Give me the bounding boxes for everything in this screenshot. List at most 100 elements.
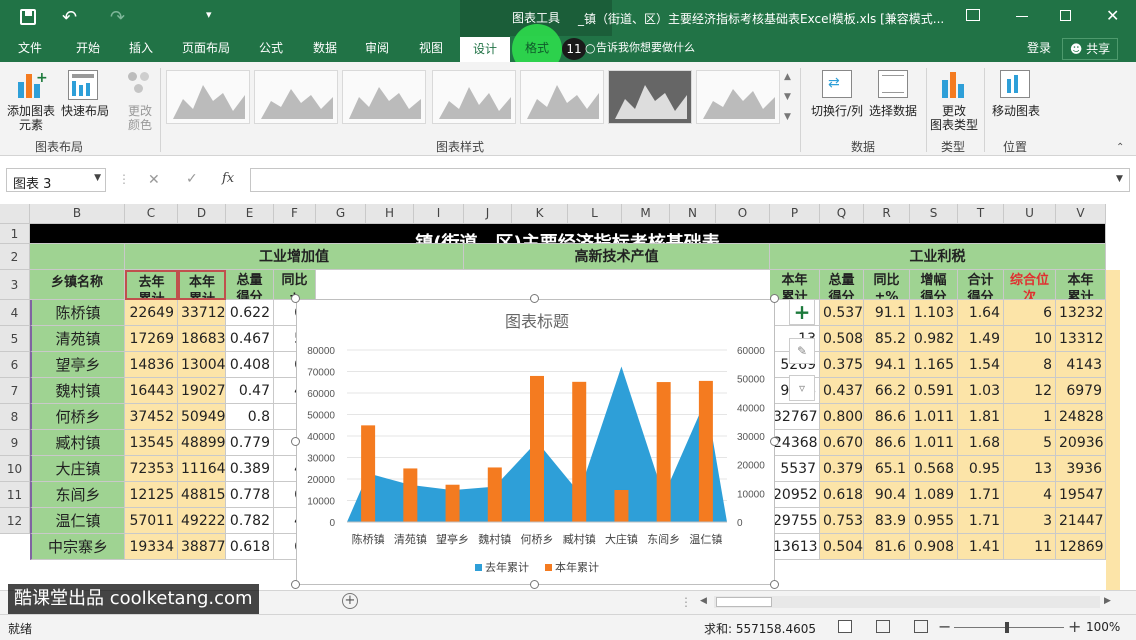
- town-name-cell[interactable]: 中宗寨乡: [30, 534, 125, 560]
- data-cell[interactable]: 90.4: [864, 482, 910, 508]
- tab-home[interactable]: 开始: [62, 36, 114, 62]
- row-header[interactable]: 10: [0, 456, 30, 482]
- data-cell[interactable]: 0.670: [820, 430, 864, 456]
- resize-handle[interactable]: [530, 580, 539, 589]
- town-name-cell[interactable]: 温仁镇: [30, 508, 125, 534]
- row-header[interactable]: 11: [0, 482, 30, 508]
- data-cell[interactable]: 72353: [125, 456, 178, 482]
- row-header[interactable]: 5: [0, 326, 30, 352]
- column-header[interactable]: K: [512, 204, 568, 224]
- data-cell[interactable]: 21447: [1056, 508, 1106, 534]
- tab-data[interactable]: 数据: [302, 36, 348, 62]
- town-name-cell[interactable]: 东闾乡: [30, 482, 125, 508]
- minimize-button[interactable]: [1016, 16, 1028, 17]
- data-cell[interactable]: 1.64: [958, 300, 1004, 326]
- change-colors-icon[interactable]: [126, 70, 156, 100]
- data-cell[interactable]: 37452: [125, 404, 178, 430]
- switch-row-column-button[interactable]: 切换行/列: [806, 104, 868, 118]
- name-box[interactable]: 图表 3 ▼: [6, 168, 106, 192]
- quick-layout-button[interactable]: 快速布局: [58, 104, 112, 118]
- data-cell[interactable]: 22649: [125, 300, 178, 326]
- column-header[interactable]: N: [670, 204, 716, 224]
- data-cell[interactable]: 13232: [1056, 300, 1106, 326]
- data-cell[interactable]: 19334: [125, 534, 178, 560]
- data-cell[interactable]: 33712: [178, 300, 226, 326]
- data-cell[interactable]: 0.591: [910, 378, 958, 404]
- add-sheet-icon[interactable]: +: [342, 593, 358, 609]
- zoom-in-icon[interactable]: +: [1068, 617, 1081, 636]
- chart-style-1[interactable]: [166, 70, 250, 124]
- data-cell[interactable]: 0.568: [910, 456, 958, 482]
- tab-view[interactable]: 视图: [408, 36, 454, 62]
- share-button[interactable]: ☻ 共享: [1062, 38, 1118, 60]
- resize-handle[interactable]: [530, 294, 539, 303]
- data-cell[interactable]: 13312: [1056, 326, 1106, 352]
- chart-style-4[interactable]: [432, 70, 516, 124]
- data-cell[interactable]: 1.03: [958, 378, 1004, 404]
- close-button[interactable]: ✕: [1106, 6, 1119, 25]
- data-cell[interactable]: 6979: [1056, 378, 1106, 404]
- data-cell[interactable]: 0.908: [910, 534, 958, 560]
- data-cell[interactable]: 38877: [178, 534, 226, 560]
- chart-style-6[interactable]: [608, 70, 692, 124]
- chart-object[interactable]: 图表标题 0 10000 20000 30000 40000 50000 60000 70000…: [296, 299, 775, 585]
- collapse-ribbon-icon[interactable]: ⌃: [1116, 142, 1124, 153]
- data-cell[interactable]: 0.95: [958, 456, 1004, 482]
- row-header[interactable]: 4: [0, 300, 30, 326]
- column-header[interactable]: U: [1004, 204, 1056, 224]
- column-header[interactable]: H: [366, 204, 414, 224]
- data-cell[interactable]: 1.011: [910, 430, 958, 456]
- data-cell[interactable]: 4143: [1056, 352, 1106, 378]
- data-cell[interactable]: 3936: [1056, 456, 1106, 482]
- data-cell[interactable]: 12125: [125, 482, 178, 508]
- town-name-cell[interactable]: 臧村镇: [30, 430, 125, 456]
- data-cell[interactable]: 0.8: [226, 404, 274, 430]
- column-header[interactable]: O: [716, 204, 770, 224]
- column-header[interactable]: G: [316, 204, 366, 224]
- add-chart-element-button[interactable]: 添加图表 元素: [4, 104, 58, 132]
- data-cell[interactable]: 11164: [178, 456, 226, 482]
- column-header[interactable]: B: [30, 204, 125, 224]
- data-cell[interactable]: 0.778: [226, 482, 274, 508]
- data-cell[interactable]: 1: [1004, 404, 1056, 430]
- column-header[interactable]: D: [178, 204, 226, 224]
- data-cell[interactable]: 0.375: [820, 352, 864, 378]
- header-this-year[interactable]: 本年 累计: [178, 270, 226, 300]
- data-cell[interactable]: 1.103: [910, 300, 958, 326]
- data-cell[interactable]: 16443: [125, 378, 178, 404]
- town-name-cell[interactable]: 魏村镇: [30, 378, 125, 404]
- row-header[interactable]: 9: [0, 430, 30, 456]
- zoom-slider[interactable]: [954, 622, 1064, 633]
- header-yoy-pct[interactable]: 同比 ±%: [864, 270, 910, 300]
- undo-icon[interactable]: ↶: [62, 7, 77, 28]
- chart-style-2[interactable]: [254, 70, 338, 124]
- group-header-industry-value[interactable]: 工业增加值: [125, 244, 464, 270]
- data-cell[interactable]: 1.68: [958, 430, 1004, 456]
- data-cell[interactable]: 0.504: [820, 534, 864, 560]
- data-cell[interactable]: 48815: [178, 482, 226, 508]
- row2-town-blank[interactable]: [30, 244, 125, 270]
- header-score[interactable]: 总量 得分: [226, 270, 274, 300]
- resize-handle[interactable]: [291, 580, 300, 589]
- maximize-button[interactable]: [1060, 10, 1071, 21]
- data-cell[interactable]: 19547: [1056, 482, 1106, 508]
- data-cell[interactable]: 0.753: [820, 508, 864, 534]
- town-name-cell[interactable]: 大庄镇: [30, 456, 125, 482]
- change-colors-button[interactable]: 更改 颜色: [118, 104, 162, 132]
- data-cell[interactable]: 6: [1004, 300, 1056, 326]
- quick-layout-icon[interactable]: [68, 70, 98, 100]
- login-link[interactable]: 登录: [1022, 36, 1056, 62]
- data-cell[interactable]: 0.379: [820, 456, 864, 482]
- town-name-cell[interactable]: 望亭乡: [30, 352, 125, 378]
- data-cell[interactable]: 0.508: [820, 326, 864, 352]
- data-cell[interactable]: 1.011: [910, 404, 958, 430]
- move-chart-button[interactable]: 移动图表: [988, 104, 1044, 118]
- select-data-button[interactable]: 选择数据: [866, 104, 920, 118]
- change-chart-type-button[interactable]: 更改 图表类型: [928, 104, 980, 132]
- column-header[interactable]: I: [414, 204, 464, 224]
- chart-style-7[interactable]: [696, 70, 780, 124]
- town-name-cell[interactable]: 陈桥镇: [30, 300, 125, 326]
- data-cell[interactable]: 48899: [178, 430, 226, 456]
- data-cell[interactable]: 10: [1004, 326, 1056, 352]
- data-cell[interactable]: 0.467: [226, 326, 274, 352]
